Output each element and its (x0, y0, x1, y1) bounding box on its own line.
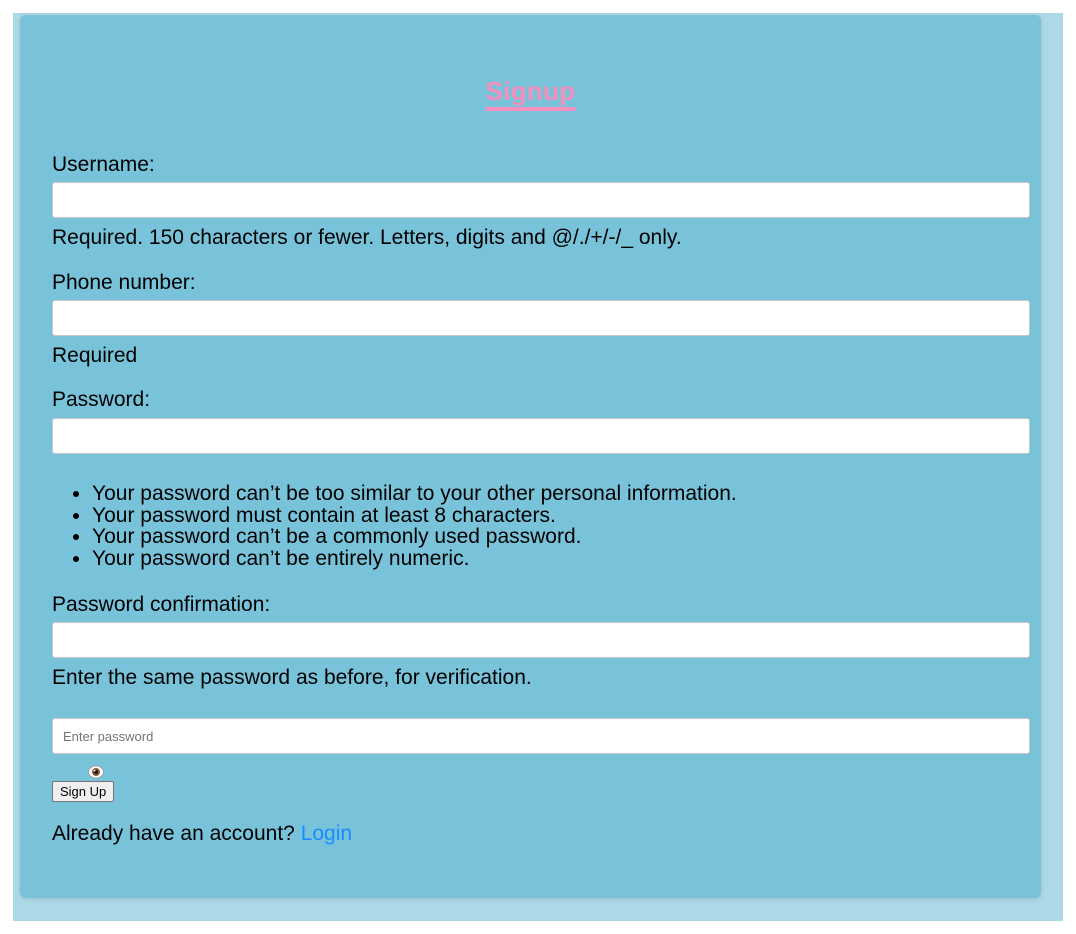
login-link[interactable]: Login (301, 822, 352, 845)
password-rule-item: Your password can’t be too similar to yo… (92, 483, 737, 505)
password-label: Password: (52, 388, 151, 411)
login-prompt: Already have an account? Login (52, 822, 352, 846)
password-rule-item: Your password can’t be entirely numeric. (92, 547, 737, 570)
password-confirmation-label: Password confirmation: (52, 593, 271, 616)
signup-card: Signup Username: Required. 150 character… (20, 15, 1041, 898)
login-prompt-text: Already have an account? (52, 822, 295, 845)
sign-up-button[interactable]: Sign Up (52, 781, 115, 802)
password-rule-item: Your password must contain at least 8 ch… (92, 504, 737, 527)
username-help-text: Required. 150 characters or fewer. Lette… (52, 226, 682, 249)
enter-password-input[interactable] (52, 718, 1030, 754)
password-rule-item: Your password can’t be a commonly used p… (92, 526, 737, 548)
password-rules-list: Your password can’t be too similar to yo… (52, 483, 737, 569)
page-title: Signup (485, 76, 576, 106)
page-background: Signup Username: Required. 150 character… (13, 13, 1063, 921)
eye-icon[interactable] (87, 765, 105, 779)
username-input[interactable] (52, 182, 1030, 218)
password-confirmation-help-text: Enter the same password as before, for v… (52, 666, 532, 689)
username-label: Username: (52, 153, 155, 176)
password-input[interactable] (52, 418, 1030, 454)
password-confirmation-input[interactable] (52, 622, 1030, 658)
phone-number-help-text: Required (52, 344, 138, 367)
phone-number-label: Phone number: (52, 271, 196, 294)
phone-number-input[interactable] (52, 300, 1030, 336)
